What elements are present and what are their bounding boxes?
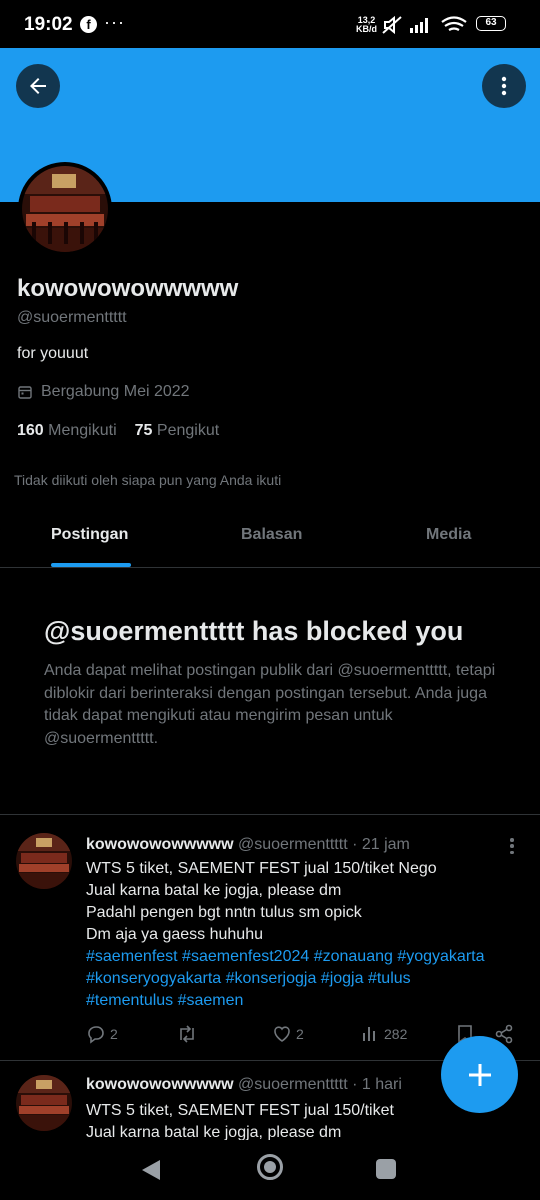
like-icon	[274, 1026, 290, 1042]
tweet-avatar[interactable]	[16, 1075, 72, 1131]
followers-count: 75	[134, 422, 153, 439]
followers-link[interactable]: 75 Pengikut	[135, 422, 220, 439]
back-button[interactable]	[16, 64, 60, 108]
nav-recents-icon[interactable]	[376, 1159, 396, 1179]
network-speed-unit: KB/d	[356, 24, 377, 34]
hashtag-line[interactable]: #tementulus #saemen	[86, 990, 526, 1012]
tweet-line: Jual karna batal ke jogja, please dm	[86, 1124, 342, 1140]
profile-avatar[interactable]	[18, 162, 112, 256]
tweet-actions: 2 2 282	[86, 1024, 516, 1048]
tab-media[interactable]: Media	[426, 526, 471, 544]
facebook-icon: f	[80, 16, 97, 33]
calendar-icon	[18, 386, 32, 399]
more-vertical-icon	[501, 76, 507, 96]
profile-handle: @suoermenttttt	[17, 309, 127, 326]
tweet-text: WTS 5 tiket, SAEMENT FEST jual 150/tiket…	[86, 858, 526, 1012]
follow-stats: 160 Mengikuti 75 Pengikut	[17, 422, 219, 440]
tweet-author-name[interactable]: kowowowowwwww	[86, 1076, 234, 1093]
reply-button[interactable]: 2	[86, 1024, 118, 1044]
views-count: 282	[384, 1026, 408, 1042]
hashtag-line[interactable]: #saemenfest #saemenfest2024 #zonauang #y…	[86, 946, 526, 968]
status-icons	[382, 14, 472, 41]
tweet-avatar[interactable]	[16, 833, 72, 889]
reply-icon	[88, 1026, 104, 1044]
join-date: Bergabung Mei 2022	[17, 383, 190, 401]
battery-indicator: 63	[476, 16, 506, 31]
tweet-line: WTS 5 tiket, SAEMENT FEST jual 150/tiket…	[86, 860, 437, 877]
followers-label: Pengikut	[156, 422, 220, 439]
tweet-line: Padahl pengen bgt nntn tulus sm opick	[86, 904, 362, 921]
views-button[interactable]: 282	[360, 1024, 407, 1044]
active-tab-indicator	[51, 563, 131, 567]
plus-icon	[468, 1063, 491, 1086]
tweet-author-name[interactable]: kowowowowwwww	[86, 836, 234, 853]
divider	[0, 814, 540, 815]
following-link[interactable]: 160 Mengikuti	[17, 422, 117, 439]
mute-icon	[382, 15, 402, 35]
more-options-button[interactable]	[482, 64, 526, 108]
like-count: 2	[296, 1026, 304, 1042]
blocked-description: Anda dapat melihat postingan publik dari…	[44, 662, 496, 747]
signal-icon	[410, 18, 428, 33]
profile-name: kowowowowwwww	[17, 275, 239, 302]
tab-posts[interactable]: Postingan	[51, 526, 128, 544]
tweet-line: Dm aja ya gaess huhuhu	[86, 926, 263, 943]
retweet-button[interactable]	[176, 1024, 198, 1044]
like-button[interactable]: 2	[272, 1024, 304, 1044]
status-time: 19:02	[24, 14, 73, 35]
following-count: 160	[17, 422, 44, 439]
reply-count: 2	[110, 1026, 118, 1042]
system-nav-bar	[0, 1140, 540, 1200]
views-icon	[363, 1027, 375, 1041]
status-bar: 19:02 f ··· 13,2 KB/d 63	[0, 0, 540, 48]
tab-replies[interactable]: Balasan	[241, 526, 302, 544]
tweet-line: Jual karna batal ke jogja, please dm	[86, 882, 342, 899]
not-followed-note: Tidak diikuti oleh siapa pun yang Anda i…	[14, 472, 282, 488]
nav-back-icon[interactable]	[140, 1158, 162, 1182]
hashtag-line[interactable]: #konseryogyakarta #konserjogja #jogja #t…	[86, 968, 526, 990]
following-label: Mengikuti	[48, 422, 117, 439]
tweet-header: kowowowowwwww @suoermenttttt · 1 hari	[86, 1076, 402, 1094]
tweet-handle-time: @suoermenttttt · 1 hari	[238, 1076, 402, 1093]
profile-bio: for youuut	[17, 345, 89, 362]
tweet-more-button[interactable]	[504, 836, 520, 856]
back-arrow-icon	[30, 78, 46, 94]
nav-home-icon[interactable]	[257, 1154, 283, 1180]
join-date-text: Bergabung Mei 2022	[41, 383, 190, 400]
network-speed: 13,2 KB/d	[356, 16, 377, 34]
profile-tabs: Postingan Balasan Media	[0, 508, 540, 568]
blocked-title: @suoermenttttt has blocked you	[44, 616, 464, 646]
compose-button[interactable]	[441, 1036, 518, 1113]
tweet-handle-time: @suoermenttttt · 21 jam	[238, 836, 410, 853]
tweet-header: kowowowowwwww @suoermenttttt · 21 jam	[86, 836, 410, 854]
retweet-icon	[180, 1025, 194, 1043]
notification-dots-icon: ···	[104, 12, 125, 32]
wifi-icon	[441, 16, 467, 31]
